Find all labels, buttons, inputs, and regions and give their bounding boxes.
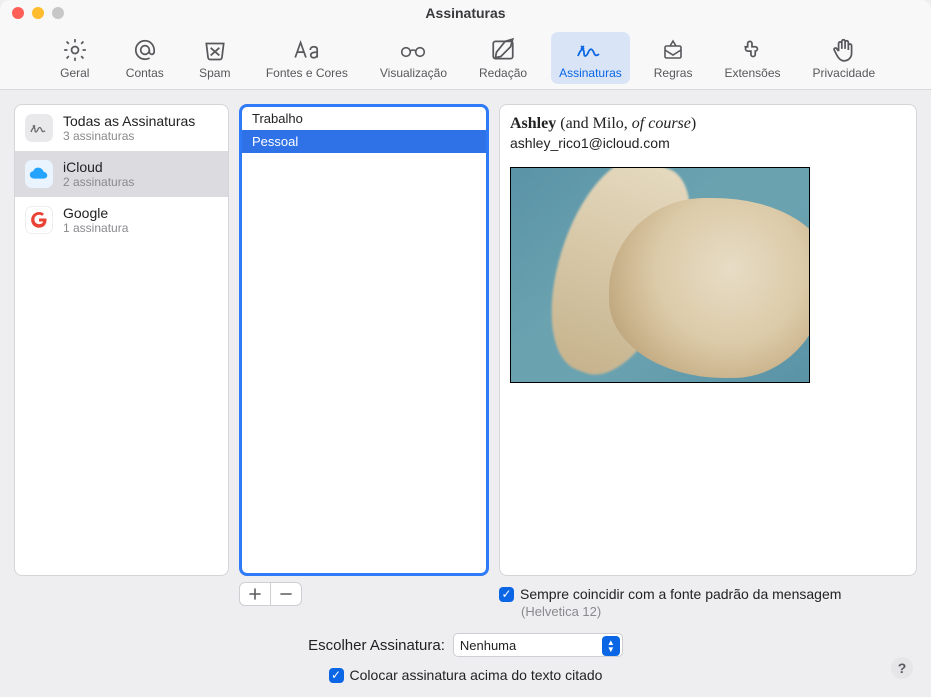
account-item-icloud[interactable]: iCloud 2 assinaturas xyxy=(15,151,228,197)
account-sub: 1 assinatura xyxy=(63,221,128,235)
checkbox-checked-icon[interactable] xyxy=(499,587,514,602)
signature-preview[interactable]: Ashley (and Milo, of course) ashley_rico… xyxy=(499,104,917,576)
tab-extensions[interactable]: Extensões xyxy=(716,32,788,84)
help-button[interactable]: ? xyxy=(891,657,913,679)
tab-junk[interactable]: Spam xyxy=(188,32,242,84)
below-columns-row: Sempre coincidir com a fonte padrão da m… xyxy=(0,576,931,619)
place-above-checkbox-row[interactable]: Colocar assinatura acima do texto citado xyxy=(329,667,603,683)
compose-icon xyxy=(490,36,516,64)
remove-signature-button[interactable] xyxy=(270,582,302,606)
add-signature-button[interactable] xyxy=(239,582,271,606)
tab-accounts[interactable]: Contas xyxy=(118,32,172,84)
tab-label: Spam xyxy=(199,66,230,80)
google-icon xyxy=(25,206,53,234)
tab-label: Extensões xyxy=(724,66,780,80)
place-above-label: Colocar assinatura acima do texto citado xyxy=(350,667,603,683)
tab-label: Privacidade xyxy=(813,66,876,80)
preview-image xyxy=(510,167,810,383)
tab-compose[interactable]: Redação xyxy=(471,32,535,84)
match-font-sub: (Helvetica 12) xyxy=(521,604,917,619)
match-font-label: Sempre coincidir com a fonte padrão da m… xyxy=(520,586,841,602)
account-item-google[interactable]: Google 1 assinatura xyxy=(15,197,228,243)
gear-icon xyxy=(62,36,88,64)
chevron-up-down-icon: ▲▼ xyxy=(602,636,620,656)
tab-label: Assinaturas xyxy=(559,66,622,80)
tab-label: Visualização xyxy=(380,66,447,80)
signature-item[interactable]: Pessoal xyxy=(242,130,486,153)
tab-label: Contas xyxy=(126,66,164,80)
signatures-list[interactable]: Trabalho Pessoal xyxy=(239,104,489,576)
tab-label: Geral xyxy=(60,66,89,80)
tab-rules[interactable]: Regras xyxy=(646,32,701,84)
choose-signature-label: Escolher Assinatura: xyxy=(308,637,445,654)
tab-fonts[interactable]: Fontes e Cores xyxy=(258,32,356,84)
choose-signature-popup[interactable]: Nenhuma ▲▼ xyxy=(453,633,623,657)
icloud-icon xyxy=(25,160,53,188)
tab-general[interactable]: Geral xyxy=(48,32,102,84)
tab-signatures[interactable]: Assinaturas xyxy=(551,32,630,84)
account-item-all[interactable]: Todas as Assinaturas 3 assinaturas xyxy=(15,105,228,151)
account-name: iCloud xyxy=(63,159,134,175)
tab-viewing[interactable]: Visualização xyxy=(372,32,455,84)
match-font-checkbox-row[interactable]: Sempre coincidir com a fonte padrão da m… xyxy=(499,586,917,602)
at-icon xyxy=(132,36,158,64)
account-name: Google xyxy=(63,205,128,221)
checkbox-checked-icon[interactable] xyxy=(329,668,344,683)
window-title: Assinaturas xyxy=(0,5,931,21)
bottom-controls: Escolher Assinatura: Nenhuma ▲▼ Colocar … xyxy=(0,619,931,697)
signature-icon xyxy=(25,114,53,142)
signature-item[interactable]: Trabalho xyxy=(242,107,486,130)
tab-label: Redação xyxy=(479,66,527,80)
accounts-list: Todas as Assinaturas 3 assinaturas iClou… xyxy=(14,104,229,576)
hand-icon xyxy=(831,36,857,64)
account-sub: 3 assinaturas xyxy=(63,129,195,143)
fonts-icon xyxy=(292,36,322,64)
preview-email: ashley_rico1@icloud.com xyxy=(510,135,906,151)
tab-privacy[interactable]: Privacidade xyxy=(805,32,884,84)
signature-icon xyxy=(575,36,605,64)
account-name: Todas as Assinaturas xyxy=(63,113,195,129)
rules-icon xyxy=(659,36,687,64)
main-content: Todas as Assinaturas 3 assinaturas iClou… xyxy=(0,90,931,576)
tab-label: Fontes e Cores xyxy=(266,66,348,80)
preview-name-line: Ashley (and Milo, of course) xyxy=(510,115,906,133)
junk-icon xyxy=(202,36,228,64)
preferences-toolbar: Geral Contas Spam Fontes e Cores Visuali… xyxy=(0,26,931,90)
puzzle-icon xyxy=(739,36,765,64)
account-sub: 2 assinaturas xyxy=(63,175,134,189)
glasses-icon xyxy=(398,36,428,64)
popup-value: Nenhuma xyxy=(460,638,516,653)
tab-label: Regras xyxy=(654,66,693,80)
preview-name: Ashley xyxy=(510,115,556,132)
titlebar: Assinaturas xyxy=(0,0,931,26)
